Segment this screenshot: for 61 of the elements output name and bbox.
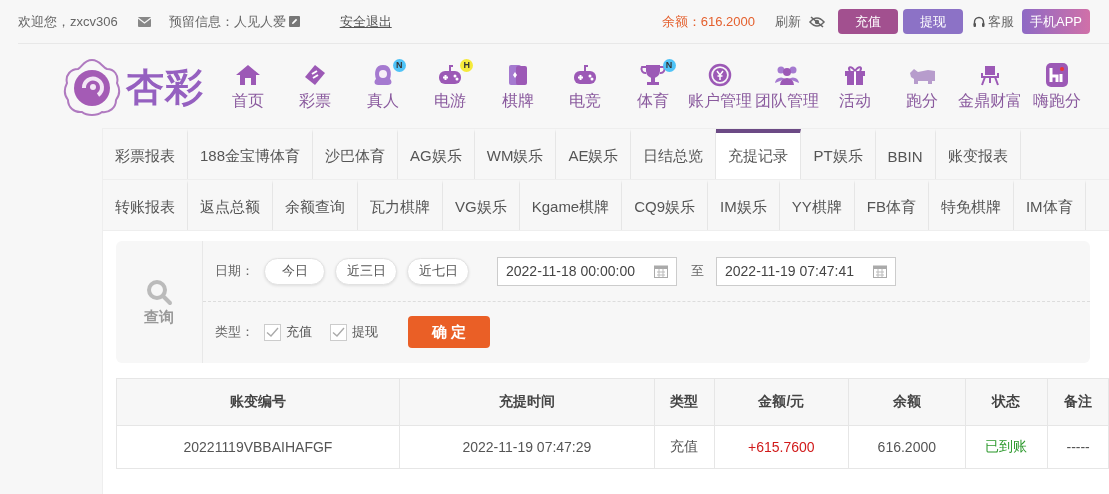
nav-item[interactable]: 金鼎财富 [956,62,1024,112]
checkbox[interactable] [330,323,347,341]
balance-text: 余额：616.2000 [661,12,755,31]
column-header: 金额/元 [714,378,849,426]
column-header: 类型 [654,378,715,426]
checkbox[interactable] [264,323,281,341]
end-date-field[interactable]: 2022-11-19 07:47:41 [716,256,896,286]
table-cell: 616.2000 [848,425,966,469]
quick-date-button[interactable]: 今日 [264,257,325,285]
nav-item[interactable]: 活动 [821,62,889,112]
table-cell: 2022-11-19 07:47:29 [399,425,655,469]
report-tab[interactable]: 充提记录 [716,129,802,179]
table-cell: 充值 [654,425,715,469]
quick-date-button[interactable]: 近七日 [407,257,469,285]
badge: H [460,58,474,72]
nav-item[interactable]: 棋牌 [483,62,552,112]
table-cell: ----- [1047,425,1109,469]
start-date-field[interactable]: 2022-11-18 00:00:00 [497,256,677,286]
withdraw-button[interactable]: 提现 [903,9,963,34]
checkbox-label: 充值 [286,323,312,341]
to-label: 至 [691,262,704,280]
column-header: 状态 [965,378,1048,426]
nav-item[interactable]: 账户管理 [686,62,754,112]
table-cell: 已到账 [965,425,1048,469]
nav-item[interactable]: 电竞 [551,62,619,112]
checkbox-label: 提现 [352,323,378,341]
column-header: 余额 [848,378,966,426]
nav-item[interactable]: 跑分 [888,62,957,112]
calendar-icon[interactable] [873,264,887,278]
trophy-icon [638,62,667,87]
query-label: 查询 [144,307,174,327]
table-cell: 20221119VBBAIHAFGF [116,425,400,469]
search-icon [145,277,173,306]
flower-logo-icon[interactable] [62,57,122,117]
nav-item[interactable]: 团队管理 [753,62,822,112]
logout-link[interactable]: 安全退出 [339,12,392,31]
type-label: 类型： [215,323,254,341]
calendar-icon[interactable] [654,264,668,278]
deposit-button[interactable]: 充值 [838,9,898,34]
column-header: 充提时间 [399,378,655,426]
column-header: 账变编号 [116,378,400,426]
welcome-text: 欢迎您，zxcv306 [18,12,118,31]
table-cell: +615.7600 [714,425,849,469]
headset-icon [973,15,985,28]
nav-item[interactable]: 彩票 [281,62,349,112]
date-label: 日期： [215,262,254,280]
quick-date-button[interactable]: 近三日 [335,257,397,285]
mail-icon[interactable] [137,16,151,27]
column-header: 备注 [1047,378,1109,426]
eye-off-icon[interactable] [809,15,825,28]
customer-service-link[interactable]: 客服 [988,12,1014,31]
badge: N [392,58,406,72]
edit-icon[interactable] [288,16,300,27]
logo-text[interactable]: 杏彩 [126,61,204,113]
badge: N [662,58,676,72]
nav-item[interactable]: 首页 [214,62,282,112]
reserved-info-text: 预留信息：人见人爱 [168,12,286,31]
mobile-app-button[interactable]: 手机APP [1022,9,1090,34]
yen-coin-icon [706,62,734,87]
refresh-link[interactable]: 刷新 [775,12,801,31]
nav-item[interactable]: 嗨跑分 [1023,62,1092,112]
